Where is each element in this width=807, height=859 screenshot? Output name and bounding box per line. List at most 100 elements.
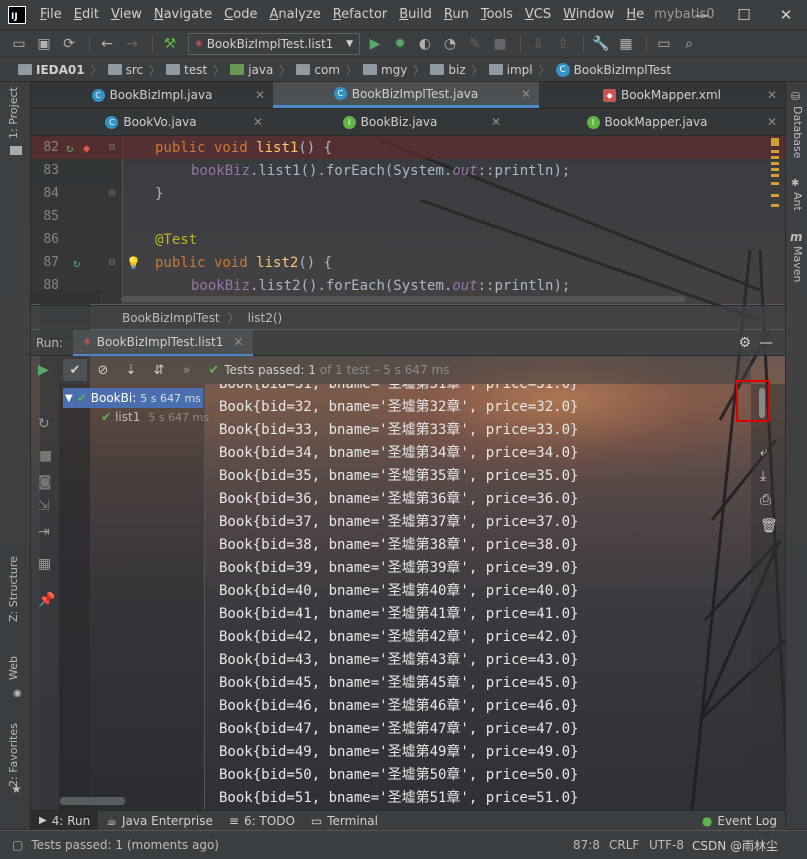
import-icon[interactable]: ⇥ bbox=[38, 524, 50, 540]
close-icon[interactable]: ✕ bbox=[491, 115, 501, 129]
breadcrumb-item[interactable]: src bbox=[107, 63, 143, 77]
chevron-down-icon[interactable]: ▼ bbox=[65, 393, 73, 404]
breadcrumb-item[interactable]: com bbox=[296, 63, 340, 77]
menu-window[interactable]: Window bbox=[557, 0, 620, 30]
code-breadcrumb-method[interactable]: list2() bbox=[248, 311, 283, 325]
tool-tab-web[interactable]: Web bbox=[7, 656, 20, 680]
run-configuration-select[interactable]: ◈ BookBizImplTest.list1 ▼ bbox=[188, 32, 360, 55]
run-test-icon[interactable]: ↻ bbox=[73, 256, 80, 270]
vcs-update-icon[interactable]: ⇩ bbox=[527, 33, 549, 55]
profile-icon[interactable]: ◔ bbox=[439, 33, 461, 55]
tool-tab-terminal[interactable]: ▭ Terminal bbox=[303, 811, 386, 831]
vcs-commit-icon[interactable]: ⇧ bbox=[552, 33, 574, 55]
hide-panel-icon[interactable]: — bbox=[759, 335, 773, 351]
show-passed-icon[interactable]: ✔ bbox=[63, 359, 87, 381]
breadcrumb-item[interactable]: impl bbox=[488, 63, 533, 77]
ant-icon[interactable]: ✱ bbox=[791, 178, 799, 189]
back-arrow-icon[interactable]: ← bbox=[96, 33, 118, 55]
print-icon[interactable]: ⎙ bbox=[760, 492, 771, 508]
caret-position[interactable]: 87:8 bbox=[573, 838, 600, 852]
close-icon[interactable]: ✕ bbox=[521, 87, 531, 101]
coverage-icon[interactable]: ◐ bbox=[414, 33, 436, 55]
rerun-failed-icon[interactable]: ↻ bbox=[38, 416, 50, 432]
file-encoding[interactable]: UTF-8 bbox=[649, 838, 684, 852]
menu-edit[interactable]: Edit bbox=[68, 0, 105, 30]
tab-bookmapper-xml[interactable]: ◆ BookMapper.xml ✕ bbox=[539, 82, 785, 108]
close-icon[interactable]: ✕ bbox=[253, 115, 263, 129]
breadcrumb-item[interactable]: IEDA01 bbox=[18, 63, 85, 77]
run-test-icon[interactable]: ↻ bbox=[66, 141, 73, 155]
terminal-icon[interactable]: ▭ bbox=[653, 33, 675, 55]
tree-item-class[interactable]: ▼ ✔ BookBi: 5 s 647 ms bbox=[63, 388, 203, 408]
sort-duration-icon[interactable]: ⇵ bbox=[147, 359, 171, 381]
breadcrumb-item[interactable]: java bbox=[230, 63, 273, 77]
menu-run[interactable]: Run bbox=[438, 0, 475, 30]
close-icon[interactable]: ✕ bbox=[233, 335, 243, 349]
tab-bookbizimpltest[interactable]: C BookBizImplTest.java ✕ bbox=[273, 82, 539, 108]
tool-tab-maven[interactable]: Maven bbox=[791, 246, 804, 282]
show-ignored-icon[interactable]: ⊘ bbox=[91, 359, 115, 381]
run-tab[interactable]: ◈ BookBizImplTest.list1 ✕ bbox=[73, 329, 254, 356]
breadcrumb-item[interactable]: C BookBizImplTest bbox=[555, 62, 671, 77]
build-hammer-icon[interactable]: ⚒ bbox=[159, 33, 181, 55]
run-icon[interactable]: ▶ bbox=[364, 33, 386, 55]
save-all-icon[interactable]: ▣ bbox=[33, 33, 55, 55]
maven-icon[interactable]: m bbox=[790, 230, 803, 244]
menu-tools[interactable]: Tools bbox=[475, 0, 519, 30]
fold-icon[interactable]: ⊟ bbox=[109, 257, 115, 268]
menu-view[interactable]: View bbox=[105, 0, 148, 30]
breakpoint-icon[interactable]: ◆ bbox=[83, 141, 90, 155]
close-icon[interactable]: ✕ bbox=[767, 115, 777, 129]
menu-code[interactable]: Code bbox=[218, 0, 263, 30]
fold-icon[interactable]: ⊟ bbox=[109, 142, 115, 153]
tab-bookmapper-java[interactable]: I BookMapper.java ✕ bbox=[509, 109, 785, 135]
tab-bookvo[interactable]: C BookVo.java ✕ bbox=[31, 109, 271, 135]
menu-build[interactable]: Build bbox=[393, 0, 438, 30]
sync-icon[interactable]: ⟳ bbox=[58, 33, 80, 55]
rerun-icon[interactable]: ▶ bbox=[38, 362, 49, 378]
code-editor[interactable]: 82 ↻ ◆ ⊟ public void list1() { 83 bookBi… bbox=[31, 136, 785, 304]
menu-help[interactable]: He bbox=[620, 0, 650, 30]
tool-tab-database[interactable]: Database bbox=[791, 106, 804, 159]
tab-bookbiz[interactable]: I BookBiz.java ✕ bbox=[271, 109, 509, 135]
menu-vcs[interactable]: VCS bbox=[519, 0, 557, 30]
attach-icon[interactable]: ✎ bbox=[464, 33, 486, 55]
scroll-to-end-icon[interactable]: ⤓ bbox=[760, 468, 766, 484]
breadcrumb-item[interactable]: mgy bbox=[362, 63, 407, 77]
tool-tab-todo[interactable]: ≡ 6: TODO bbox=[221, 811, 303, 831]
layout-icon[interactable]: ▦ bbox=[38, 556, 51, 572]
more-icon[interactable]: » bbox=[183, 363, 190, 377]
stop-icon[interactable]: ■ bbox=[39, 448, 52, 464]
code-breadcrumb-class[interactable]: BookBizImplTest bbox=[122, 311, 220, 325]
menu-navigate[interactable]: Navigate bbox=[148, 0, 218, 30]
menu-file[interactable]: File bbox=[34, 0, 68, 30]
open-folder-icon[interactable]: ▭ bbox=[8, 33, 30, 55]
web-icon[interactable]: ◉ bbox=[13, 688, 22, 699]
forward-arrow-icon[interactable]: → bbox=[121, 33, 143, 55]
tree-horizontal-scrollbar[interactable] bbox=[60, 797, 125, 805]
breadcrumb-item[interactable]: biz bbox=[430, 63, 466, 77]
line-separator[interactable]: CRLF bbox=[609, 838, 639, 852]
tool-tab-project[interactable]: 1: Project bbox=[7, 87, 20, 139]
menu-refactor[interactable]: Refactor bbox=[327, 0, 394, 30]
debug-icon[interactable]: ✹ bbox=[389, 33, 411, 55]
search-icon[interactable]: ⌕ bbox=[678, 33, 700, 55]
menu-analyze[interactable]: Analyze bbox=[263, 0, 326, 30]
database-icon[interactable]: ⛁ bbox=[791, 90, 800, 103]
console-output[interactable]: Book{bid=31, bname='圣墟第31章', price=31.0}… bbox=[205, 384, 751, 807]
tool-tab-run[interactable]: ▶ 4: Run bbox=[31, 810, 99, 831]
minimize-button[interactable]: — bbox=[681, 0, 723, 30]
maximize-button[interactable]: ☐ bbox=[723, 0, 765, 30]
sort-alpha-icon[interactable]: ⇣ bbox=[119, 359, 143, 381]
close-icon[interactable]: ✕ bbox=[255, 88, 265, 102]
settings-wrench-icon[interactable]: 🔧 bbox=[590, 33, 612, 55]
tree-item-method[interactable]: ✔ list1 5 s 647 ms bbox=[101, 408, 209, 426]
tab-bookbizimpl[interactable]: C BookBizImpl.java ✕ bbox=[31, 82, 273, 108]
close-icon[interactable]: ✕ bbox=[767, 88, 777, 102]
export-icon[interactable]: ⇲ bbox=[38, 498, 50, 514]
pin-icon[interactable]: 📌 bbox=[38, 592, 55, 608]
star-icon[interactable]: ★ bbox=[11, 782, 22, 796]
camera-icon[interactable]: ◙ bbox=[38, 474, 52, 490]
breadcrumb-item[interactable]: test bbox=[166, 63, 207, 77]
tool-tab-structure[interactable]: Z: Structure bbox=[7, 556, 20, 622]
